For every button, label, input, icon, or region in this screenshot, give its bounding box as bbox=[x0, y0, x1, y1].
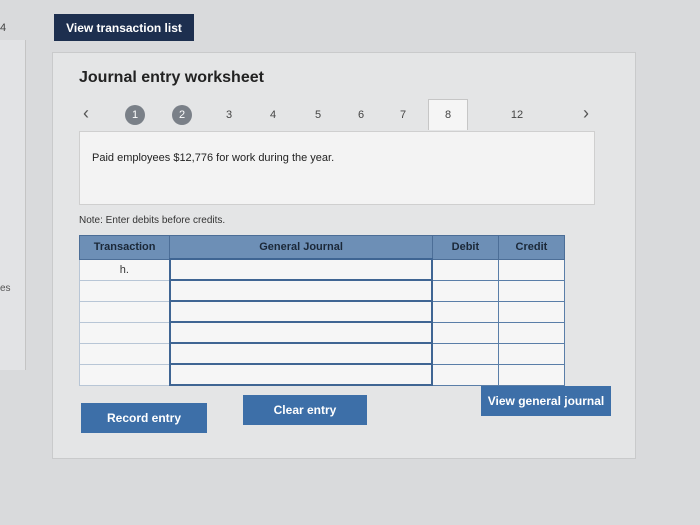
debit-input[interactable] bbox=[431, 300, 499, 323]
debit-credit-note: Note: Enter debits before credits. bbox=[79, 215, 226, 226]
journal-input[interactable] bbox=[168, 321, 434, 344]
transaction-cell: h. bbox=[78, 258, 171, 281]
journal-input[interactable] bbox=[168, 279, 434, 302]
journal-input[interactable] bbox=[168, 300, 434, 323]
step-3[interactable]: 3 bbox=[219, 105, 239, 125]
record-entry-button[interactable]: Record entry bbox=[81, 403, 207, 433]
transaction-description: Paid employees $12,776 for work during t… bbox=[92, 152, 335, 164]
credit-input[interactable] bbox=[497, 300, 566, 323]
credit-input[interactable] bbox=[497, 279, 566, 302]
transaction-cell bbox=[78, 300, 171, 323]
left-sidebar-edge bbox=[0, 40, 26, 370]
step-navigation: ‹ 1 2 3 4 5 6 7 8 12 › bbox=[53, 99, 635, 130]
step-2[interactable]: 2 bbox=[172, 105, 192, 125]
step-1[interactable]: 1 bbox=[125, 105, 145, 125]
transaction-cell bbox=[78, 321, 171, 344]
transaction-cell bbox=[78, 342, 171, 365]
header-general-journal: General Journal bbox=[169, 235, 433, 260]
step-12[interactable]: 12 bbox=[507, 105, 527, 125]
journal-input[interactable] bbox=[168, 363, 434, 386]
debit-input[interactable] bbox=[431, 258, 499, 281]
table-row bbox=[78, 321, 566, 344]
step-6[interactable]: 6 bbox=[351, 105, 371, 125]
debit-input[interactable] bbox=[431, 363, 499, 386]
view-transaction-list-button[interactable]: View transaction list bbox=[54, 14, 194, 41]
table-row bbox=[78, 279, 566, 302]
outer-page-number: 4 bbox=[0, 22, 7, 34]
transaction-cell bbox=[78, 279, 171, 302]
header-credit: Credit bbox=[497, 235, 566, 260]
header-debit: Debit bbox=[431, 235, 499, 260]
outer-text-fragment: es bbox=[0, 283, 11, 294]
table-row: h. bbox=[78, 258, 566, 281]
journal-entry-worksheet-panel: Journal entry worksheet ‹ 1 2 3 4 5 6 7 … bbox=[52, 52, 636, 459]
debit-input[interactable] bbox=[431, 321, 499, 344]
step-8-current[interactable]: 8 bbox=[428, 99, 468, 130]
worksheet-title: Journal entry worksheet bbox=[79, 69, 264, 86]
table-row bbox=[78, 363, 566, 386]
credit-input[interactable] bbox=[497, 321, 566, 344]
step-5[interactable]: 5 bbox=[308, 105, 328, 125]
table-row bbox=[78, 342, 566, 365]
step-7[interactable]: 7 bbox=[393, 105, 413, 125]
transaction-cell bbox=[78, 363, 171, 386]
debit-input[interactable] bbox=[431, 279, 499, 302]
debit-input[interactable] bbox=[431, 342, 499, 365]
clear-entry-button[interactable]: Clear entry bbox=[243, 395, 367, 425]
view-general-journal-button[interactable]: View general journal bbox=[481, 386, 611, 416]
journal-table: Transaction General Journal Debit Credit… bbox=[78, 235, 566, 386]
step-4[interactable]: 4 bbox=[263, 105, 283, 125]
table-row bbox=[78, 300, 566, 323]
credit-input[interactable] bbox=[497, 342, 566, 365]
chevron-left-icon[interactable]: ‹ bbox=[83, 103, 89, 124]
header-transaction: Transaction bbox=[78, 235, 171, 260]
credit-input[interactable] bbox=[497, 363, 566, 386]
journal-input[interactable] bbox=[168, 342, 434, 365]
chevron-right-icon[interactable]: › bbox=[583, 103, 589, 124]
credit-input[interactable] bbox=[497, 258, 566, 281]
transaction-description-box: Paid employees $12,776 for work during t… bbox=[79, 131, 595, 205]
journal-input[interactable] bbox=[168, 258, 434, 281]
